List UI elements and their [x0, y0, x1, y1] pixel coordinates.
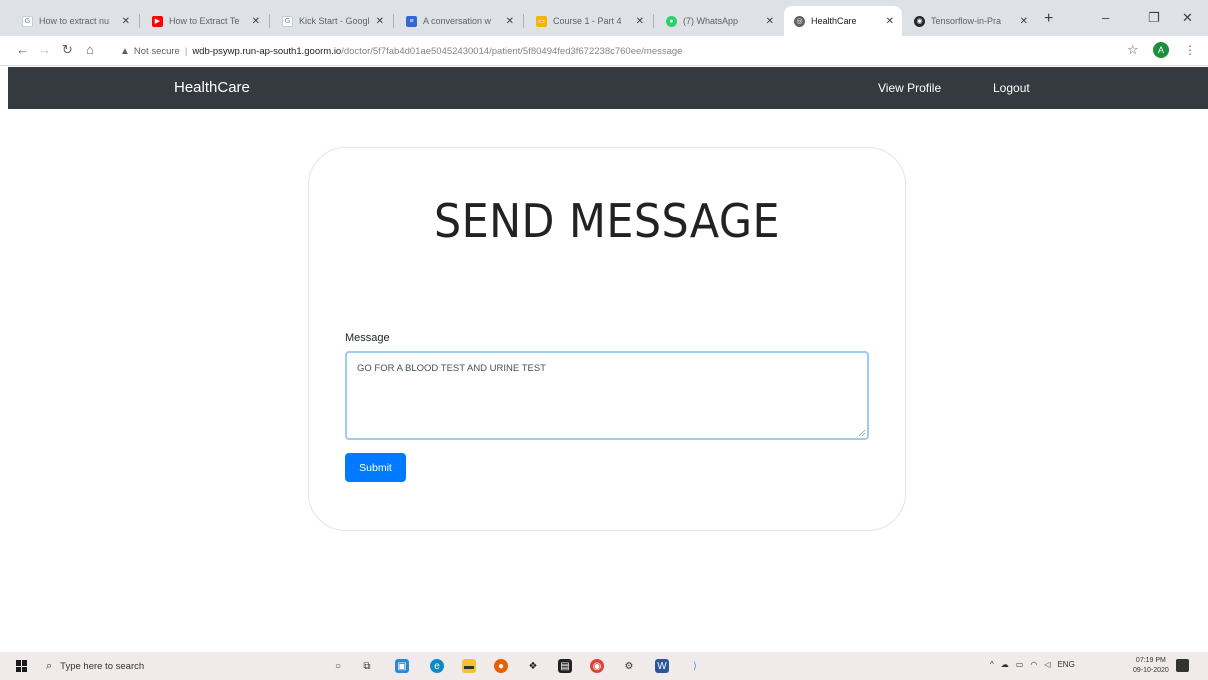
back-arrow-icon[interactable]: ← [16, 42, 29, 57]
tab-title: A conversation w [423, 16, 492, 26]
reload-icon[interactable]: ↻ [62, 42, 73, 58]
tab-title: HealthCare [811, 16, 857, 26]
bookmark-star-icon[interactable]: ☆ [1127, 42, 1139, 58]
close-icon[interactable]: ✕ [1020, 16, 1028, 27]
close-icon[interactable]: ✕ [122, 16, 130, 27]
clock-date: 09-10-2020 [1133, 667, 1169, 674]
browser-tab[interactable]: ● (7) WhatsApp ✕ [656, 6, 782, 36]
settings-gear-icon[interactable]: ⚙ [622, 659, 636, 673]
new-tab-icon[interactable]: + [1044, 11, 1053, 27]
browser-toolbar: ← → ↻ ⌂ ▲ Not secure | wdb-psywp.run-ap-… [0, 36, 1208, 66]
vscode-icon[interactable]: ⟩ [688, 659, 702, 673]
menu-kebab-icon[interactable]: ⋮ [1184, 43, 1196, 57]
course-icon: ▭ [536, 15, 547, 27]
submit-button[interactable]: Submit [345, 453, 406, 482]
send-message-card: SEND MESSAGE Message GO FOR A BLOOD TEST… [308, 147, 906, 531]
warning-icon: ▲ [120, 45, 130, 57]
mail-icon: ≡ [406, 15, 417, 27]
task-view-icon[interactable]: ⧉ [360, 659, 374, 673]
taskbar-clock[interactable]: 07:19 PM 09-10-2020 [1133, 656, 1169, 676]
tab-divider [393, 14, 394, 28]
taskbar-search-box[interactable]: ⌕ Type here to search [46, 656, 286, 676]
search-placeholder: Type here to search [60, 660, 145, 672]
browser-tab[interactable]: ▶ How to Extract Te ✕ [142, 6, 268, 36]
search-icon: ⌕ [46, 659, 53, 672]
profile-initial: A [1157, 45, 1164, 55]
nav-logout[interactable]: Logout [993, 81, 1030, 95]
window-close-icon[interactable]: ✕ [1182, 10, 1193, 26]
google-icon: G [282, 15, 293, 27]
nav-view-profile[interactable]: View Profile [878, 81, 941, 95]
tab-divider [139, 14, 140, 28]
message-textarea[interactable]: GO FOR A BLOOD TEST AND URINE TEST [345, 351, 869, 440]
minimize-icon[interactable]: – [1102, 10, 1109, 25]
clock-time: 07:19 PM [1135, 657, 1166, 664]
brand-logo[interactable]: HealthCare [174, 79, 250, 96]
notification-icon[interactable] [1176, 659, 1189, 672]
browser-tab[interactable]: G Kick Start - Googl ✕ [272, 6, 392, 36]
browser-tab[interactable]: ≡ A conversation w ✕ [396, 6, 522, 36]
volume-icon[interactable]: ◁ [1044, 660, 1050, 669]
firefox-icon[interactable]: ● [494, 659, 508, 673]
edge-icon[interactable]: e [430, 659, 444, 673]
cortana-icon[interactable]: ○ [331, 659, 345, 673]
resize-grip-icon[interactable] [858, 429, 866, 437]
tab-title: How to Extract Te [169, 16, 240, 26]
maximize-icon[interactable]: ❐ [1148, 10, 1160, 26]
url-path: /doctor/5f7fab4d01ae50452430014/patient/… [341, 45, 683, 57]
dropbox-icon[interactable]: ❖ [526, 659, 540, 673]
close-icon[interactable]: ✕ [636, 16, 644, 27]
tab-title: Kick Start - Googl [299, 16, 370, 26]
youtube-icon: ▶ [152, 15, 163, 27]
file-explorer-icon[interactable]: ▣ [395, 659, 409, 673]
tab-divider [653, 14, 654, 28]
windows-taskbar: ⌕ Type here to search ○ ⧉ ▣ e ▬ ● ❖ ▤ ◉ … [0, 652, 1208, 680]
tab-divider [269, 14, 270, 28]
close-icon[interactable]: ✕ [766, 16, 774, 27]
windows-start-icon[interactable] [16, 660, 28, 672]
url-host: wdb-psywp.run-ap-south1.goorm.io [192, 45, 342, 57]
browser-tab[interactable]: ▭ Course 1 - Part 4 ✕ [526, 6, 652, 36]
close-icon[interactable]: ✕ [886, 16, 894, 27]
whatsapp-icon: ● [666, 15, 677, 27]
network-icon[interactable]: ☁ [1001, 660, 1009, 669]
word-icon[interactable]: W [655, 659, 669, 673]
tab-title: Course 1 - Part 4 [553, 16, 622, 26]
tab-title: Tensorflow-in-Pra [931, 16, 1002, 26]
folder-icon[interactable]: ▬ [462, 659, 476, 673]
close-icon[interactable]: ✕ [252, 16, 260, 27]
security-indicator[interactable]: Not secure [134, 46, 180, 57]
profile-avatar[interactable]: A [1153, 42, 1169, 58]
forward-arrow-icon[interactable]: → [38, 42, 51, 57]
language-indicator[interactable]: ENG [1057, 660, 1074, 669]
tab-title: How to extract nu [39, 16, 110, 26]
system-tray: ^ ☁ ▭ ◠ ◁ ENG [990, 660, 1075, 669]
browser-tab-strip: G How to extract nu ✕ ▶ How to Extract T… [0, 0, 1208, 36]
globe-icon: ◎ [794, 15, 805, 27]
address-separator: | [184, 45, 188, 57]
tab-title: (7) WhatsApp [683, 16, 739, 26]
wifi-icon[interactable]: ◠ [1030, 660, 1037, 669]
google-icon: G [22, 15, 33, 27]
github-icon: ◉ [914, 15, 925, 27]
terminal-icon[interactable]: ▤ [558, 659, 572, 673]
close-icon[interactable]: ✕ [506, 16, 514, 27]
browser-tab-active[interactable]: ◎ HealthCare ✕ [784, 6, 902, 36]
page-title: SEND MESSAGE [433, 194, 781, 248]
home-icon[interactable]: ⌂ [86, 42, 94, 57]
tray-chevron-icon[interactable]: ^ [990, 660, 994, 669]
message-label: Message [345, 332, 390, 344]
close-icon[interactable]: ✕ [376, 16, 384, 27]
address-bar[interactable]: ▲ Not secure | wdb-psywp.run-ap-south1.g… [120, 40, 1120, 62]
tab-divider [523, 14, 524, 28]
browser-tab[interactable]: G How to extract nu ✕ [12, 6, 138, 36]
browser-tab[interactable]: ◉ Tensorflow-in-Pra ✕ [904, 6, 1036, 36]
app-navbar: HealthCare View Profile Logout [8, 67, 1208, 109]
battery-icon[interactable]: ▭ [1016, 660, 1024, 669]
chrome-icon[interactable]: ◉ [590, 659, 604, 673]
